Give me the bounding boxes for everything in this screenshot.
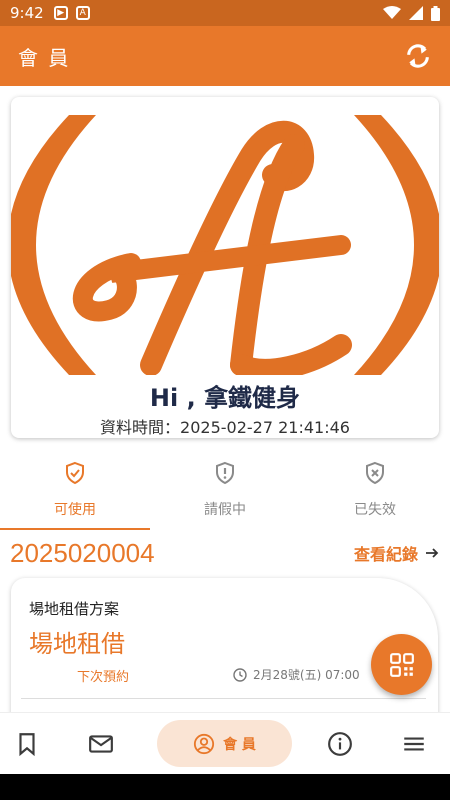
membership-tabs: 可使用 請假中 已失效 <box>0 455 450 530</box>
wifi-icon <box>383 6 401 19</box>
view-records-link[interactable]: 查看紀錄 <box>354 541 440 565</box>
brand-logo <box>11 115 439 375</box>
tab-available-label: 可使用 <box>54 502 96 518</box>
account-icon <box>193 733 215 754</box>
next-booking-time: 2月28號(五) 07:00 <box>233 666 360 683</box>
status-bar: 9:42 ▶ A <box>0 0 450 26</box>
tab-on-leave[interactable]: 請假中 <box>150 455 300 530</box>
arrow-right-icon <box>426 548 439 558</box>
mail-icon[interactable] <box>88 731 114 757</box>
app-bar: 會 員 <box>0 26 450 86</box>
profile-card: Hi , 拿鐵健身 資料時間：2025-02-27 21:41:46 <box>11 97 439 438</box>
next-booking-time-text: 2月28號(五) 07:00 <box>253 668 360 682</box>
a-icon: A <box>75 6 90 20</box>
qr-code-icon <box>389 652 414 677</box>
divider <box>21 698 426 699</box>
shield-x-icon <box>366 461 384 485</box>
clock-icon <box>233 667 247 682</box>
nav-member-pill[interactable]: 會 員 <box>157 720 292 767</box>
tab-on-leave-label: 請假中 <box>204 502 246 518</box>
view-records-label: 查看紀錄 <box>353 545 418 564</box>
bottom-nav: 會 員 <box>0 712 450 774</box>
qr-code-button[interactable] <box>371 634 432 695</box>
next-booking-label: 下次預約 <box>77 670 130 685</box>
member-id: 2025020004 <box>10 537 155 568</box>
tab-expired-label: 已失效 <box>354 502 396 518</box>
data-timestamp: 資料時間：2025-02-27 21:41:46 <box>100 418 350 437</box>
nav-member-label: 會 員 <box>223 736 256 753</box>
shield-alert-icon <box>216 461 234 485</box>
member-row: 2025020004 查看紀錄 <box>10 536 440 570</box>
plan-name: 場地租借 <box>29 630 125 658</box>
info-icon[interactable] <box>327 731 353 757</box>
greeting-text: Hi , 拿鐵健身 <box>149 384 301 412</box>
tab-available[interactable]: 可使用 <box>0 455 150 530</box>
page-title: 會 員 <box>18 45 71 70</box>
menu-icon[interactable] <box>401 731 427 757</box>
system-nav-bar <box>0 774 450 800</box>
status-time: 9:42 <box>10 4 44 22</box>
battery-icon <box>431 5 440 21</box>
refresh-icon[interactable] <box>404 42 432 70</box>
bookmark-icon[interactable] <box>14 731 40 757</box>
signal-icon <box>409 6 423 20</box>
play-icon: ▶ <box>53 6 68 20</box>
tab-expired[interactable]: 已失效 <box>300 455 450 530</box>
plan-type-label: 場地租借方案 <box>29 600 120 618</box>
shield-check-icon <box>66 461 84 485</box>
